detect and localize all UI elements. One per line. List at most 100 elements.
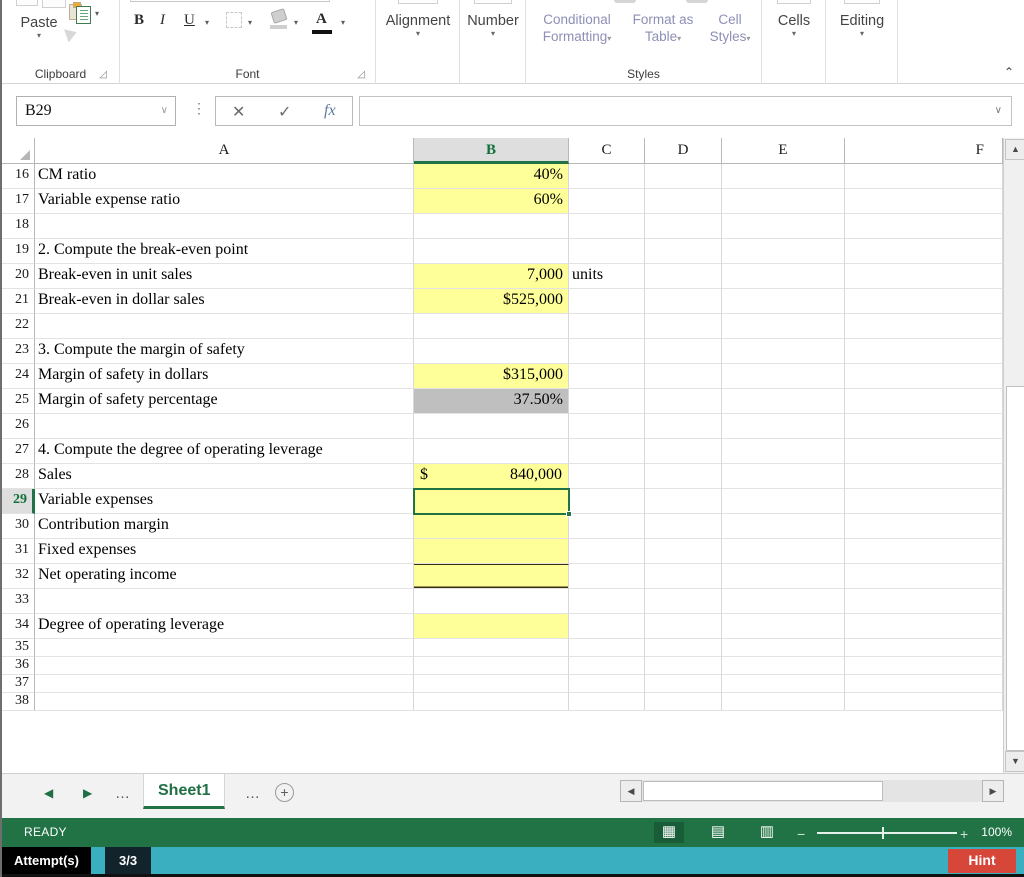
previous-sheet-icon[interactable]: ◀ (44, 786, 53, 800)
borders-caret[interactable]: ▾ (248, 18, 252, 27)
cell-e25[interactable] (722, 389, 845, 414)
cell-c24[interactable] (569, 364, 645, 389)
cell-b34[interactable] (414, 614, 569, 639)
cell-c33[interactable] (569, 589, 645, 614)
format-painter-icon[interactable] (63, 25, 80, 43)
cell-f29[interactable] (845, 489, 1003, 514)
cell-b38[interactable] (414, 693, 569, 711)
cell-d22[interactable] (645, 314, 722, 339)
zoom-slider-handle[interactable] (882, 827, 884, 839)
cell-e30[interactable] (722, 514, 845, 539)
zoom-level-label[interactable]: 100% (981, 825, 1012, 839)
row-header-37[interactable]: 37 (2, 675, 35, 693)
cell-a32[interactable]: Net operating income (35, 564, 414, 589)
cell-f26[interactable] (845, 414, 1003, 439)
cell-f35[interactable] (845, 639, 1003, 657)
horizontal-scroll-thumb[interactable] (643, 781, 883, 801)
row-header-19[interactable]: 19 (2, 239, 35, 264)
zoom-out-button[interactable]: − (797, 826, 805, 842)
cell-b19[interactable] (414, 239, 569, 264)
cell-d29[interactable] (645, 489, 722, 514)
row-header-25[interactable]: 25 (2, 389, 35, 414)
column-header-a[interactable]: A (35, 138, 414, 164)
row-header-18[interactable]: 18 (2, 214, 35, 239)
view-page-break-icon[interactable]: ▥ (752, 822, 782, 843)
cell-c37[interactable] (569, 675, 645, 693)
bold-button[interactable]: B (134, 12, 144, 29)
cell-f19[interactable] (845, 239, 1003, 264)
cell-styles-caret[interactable]: ▾ (746, 34, 750, 43)
cell-f25[interactable] (845, 389, 1003, 414)
cell-a22[interactable] (35, 314, 414, 339)
cell-d21[interactable] (645, 289, 722, 314)
conditional-formatting-caret[interactable]: ▾ (607, 34, 611, 43)
cell-c36[interactable] (569, 657, 645, 675)
fill-handle[interactable] (566, 511, 572, 517)
row-header-16[interactable]: 16 (2, 164, 35, 189)
cell-d34[interactable] (645, 614, 722, 639)
cell-c32[interactable] (569, 564, 645, 589)
borders-icon[interactable] (226, 12, 242, 28)
row-header-33[interactable]: 33 (2, 589, 35, 614)
row-header-27[interactable]: 27 (2, 439, 35, 464)
active-cell-selection[interactable] (413, 488, 570, 515)
cell-c27[interactable] (569, 439, 645, 464)
cell-b33[interactable] (414, 589, 569, 614)
cell-d27[interactable] (645, 439, 722, 464)
column-header-d[interactable]: D (645, 138, 722, 164)
paste-caret[interactable]: ▾ (12, 31, 66, 40)
cell-a37[interactable] (35, 675, 414, 693)
paste-document-icon[interactable] (76, 6, 91, 24)
alignment-caret[interactable]: ▾ (376, 29, 460, 38)
cell-f23[interactable] (845, 339, 1003, 364)
fill-color-caret[interactable]: ▾ (294, 18, 298, 27)
cell-d19[interactable] (645, 239, 722, 264)
hscroll-right-button[interactable]: ▶ (982, 780, 1004, 802)
format-as-table-caret[interactable]: ▾ (677, 34, 681, 43)
editing-caret[interactable]: ▾ (826, 29, 898, 38)
number-caret[interactable]: ▾ (460, 29, 526, 38)
cell-d18[interactable] (645, 214, 722, 239)
cell-e34[interactable] (722, 614, 845, 639)
right-tab-ellipsis[interactable]: … (245, 785, 260, 802)
view-normal-icon[interactable]: ▦ (654, 822, 684, 843)
cell-f24[interactable] (845, 364, 1003, 389)
cell-d31[interactable] (645, 539, 722, 564)
number-button[interactable]: Number ▾ (460, 13, 526, 39)
hint-button[interactable]: Hint (948, 849, 1016, 873)
row-header-26[interactable]: 26 (2, 414, 35, 439)
cell-a31[interactable]: Fixed expenses (35, 539, 414, 564)
cell-c35[interactable] (569, 639, 645, 657)
cell-a23[interactable]: 3. Compute the margin of safety (35, 339, 414, 364)
cell-c21[interactable] (569, 289, 645, 314)
row-header-20[interactable]: 20 (2, 264, 35, 289)
zoom-slider-track[interactable] (817, 832, 957, 834)
chevron-down-icon[interactable]: ∨ (161, 105, 168, 116)
cell-a38[interactable] (35, 693, 414, 711)
next-sheet-icon[interactable]: ▶ (83, 786, 92, 800)
column-header-f[interactable]: F (845, 138, 1003, 164)
cell-b30[interactable] (414, 514, 569, 539)
row-header-28[interactable]: 28 (2, 464, 35, 489)
cell-b23[interactable] (414, 339, 569, 364)
cell-e32[interactable] (722, 564, 845, 589)
cell-c29[interactable] (569, 489, 645, 514)
cell-b16[interactable]: 40% (414, 164, 569, 189)
cell-c19[interactable] (569, 239, 645, 264)
row-header-31[interactable]: 31 (2, 539, 35, 564)
cell-b21[interactable]: $525,000 (414, 289, 569, 314)
cell-b25[interactable]: 37.50% (414, 389, 569, 414)
cell-e22[interactable] (722, 314, 845, 339)
underline-button[interactable]: U (184, 12, 195, 29)
cell-c22[interactable] (569, 314, 645, 339)
cell-f21[interactable] (845, 289, 1003, 314)
cell-b31[interactable] (414, 539, 569, 564)
name-box[interactable]: B29 ∨ (16, 96, 176, 126)
row-header-32[interactable]: 32 (2, 564, 35, 589)
cell-b24[interactable]: $315,000 (414, 364, 569, 389)
row-header-36[interactable]: 36 (2, 657, 35, 675)
cell-c38[interactable] (569, 693, 645, 711)
zoom-in-button[interactable]: + (960, 826, 968, 842)
cell-c26[interactable] (569, 414, 645, 439)
cell-c23[interactable] (569, 339, 645, 364)
